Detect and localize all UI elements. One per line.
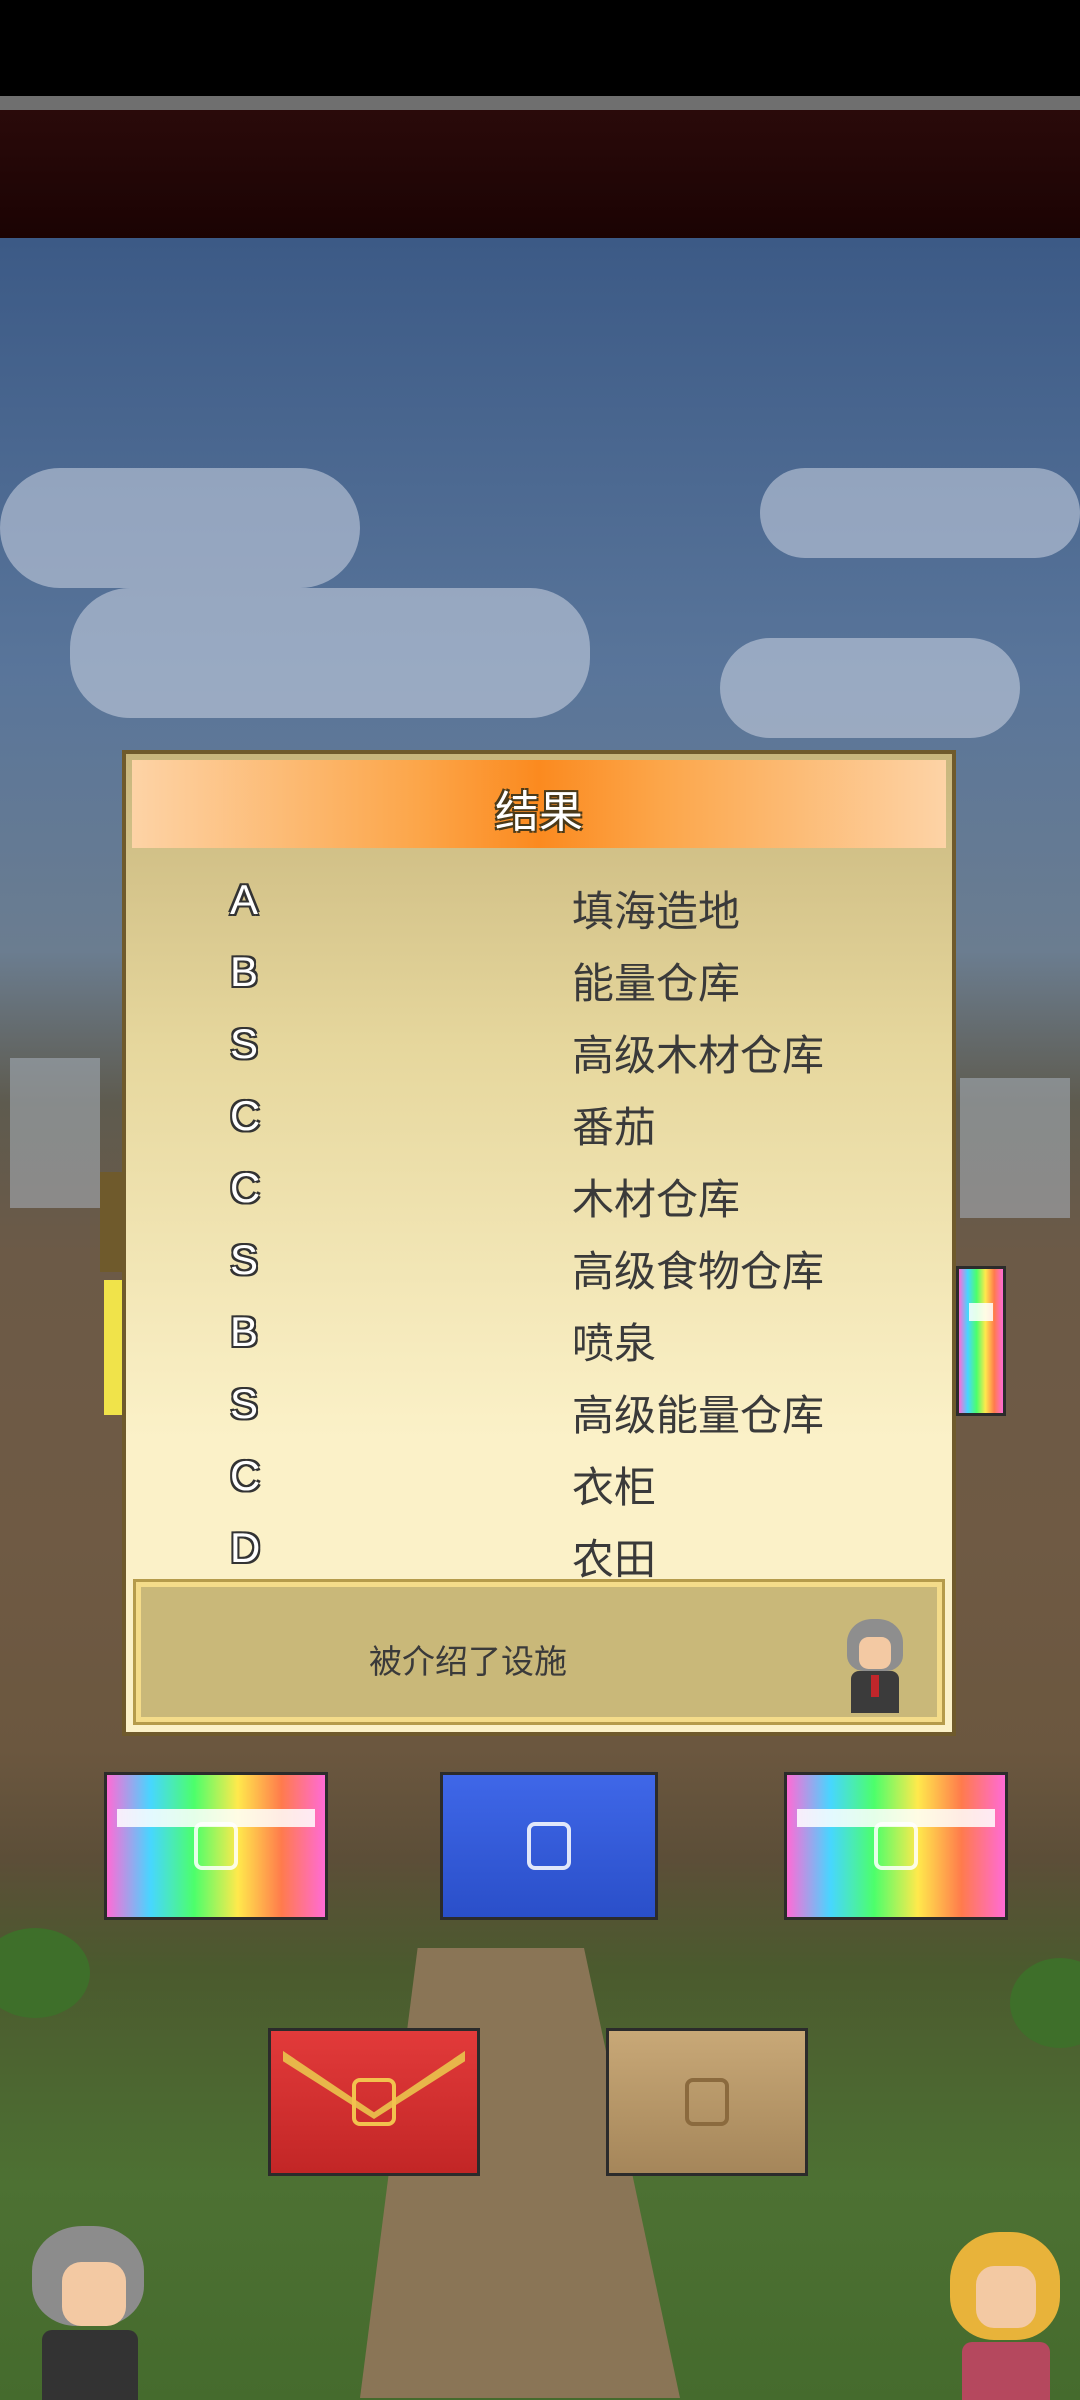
result-facility: 木材仓库	[572, 1175, 741, 1224]
results-dialog: 结果 A 填海造地 B 能量仓库 S 高级木材仓库 C 番茄 C 木材仓库 S …	[122, 750, 956, 1736]
result-grade: D	[230, 1524, 261, 1571]
result-row: C 番茄	[126, 1082, 952, 1154]
message-box[interactable]: 被介绍了设施	[133, 1579, 945, 1725]
bush	[1010, 1958, 1080, 2048]
left-gold-edge	[104, 1280, 122, 1415]
result-facility: 填海造地	[572, 887, 741, 936]
result-grade: S	[230, 1380, 259, 1427]
character-face	[976, 2266, 1036, 2328]
result-facility: 高级木材仓库	[572, 1031, 825, 1080]
rainbow-chest-icon[interactable]	[104, 1772, 328, 1920]
status-bar	[0, 0, 1080, 96]
message-text: 被介绍了设施	[369, 1642, 567, 1681]
result-grade: S	[230, 1236, 259, 1283]
result-facility: 能量仓库	[572, 959, 741, 1008]
advisor-character-icon	[28, 2226, 148, 2400]
result-row: C 衣柜	[126, 1442, 952, 1514]
bush	[0, 1928, 90, 2018]
character-face	[62, 2262, 126, 2326]
wooden-chest-icon[interactable]	[606, 2028, 808, 2176]
advisor-portrait-icon	[843, 1619, 907, 1713]
cloud	[70, 588, 590, 718]
result-grade: B	[230, 948, 259, 995]
result-row: S 高级木材仓库	[126, 1010, 952, 1082]
result-facility: 番茄	[572, 1103, 657, 1152]
left-panel-edge	[100, 1172, 122, 1272]
right-chest-edge[interactable]	[956, 1266, 1006, 1416]
npc-tie	[871, 1675, 879, 1697]
chest-lock-icon	[874, 1822, 918, 1870]
result-grade: C	[230, 1092, 261, 1139]
cloud	[720, 638, 1020, 738]
cloud	[0, 468, 360, 588]
result-grade: B	[230, 1308, 259, 1355]
result-row: S 高级食物仓库	[126, 1226, 952, 1298]
result-row: B 能量仓库	[126, 938, 952, 1010]
result-row: D 农田	[126, 1514, 952, 1586]
result-grade: C	[230, 1452, 261, 1499]
character-body	[962, 2342, 1050, 2400]
npc-face	[859, 1637, 891, 1669]
result-grade: A	[230, 876, 259, 923]
girl-character-icon	[950, 2232, 1060, 2400]
result-row: S 高级能量仓库	[126, 1370, 952, 1442]
result-facility: 农田	[572, 1535, 657, 1584]
chest-lock-icon	[685, 2078, 729, 2126]
dialog-title-bar: 结果	[132, 760, 946, 848]
chest-lock-icon	[352, 2078, 396, 2126]
building	[960, 1078, 1070, 1218]
result-facility: 高级食物仓库	[572, 1247, 825, 1296]
result-row: B 喷泉	[126, 1298, 952, 1370]
header-band	[0, 110, 1080, 238]
status-strip	[0, 96, 1080, 110]
result-facility: 高级能量仓库	[572, 1391, 825, 1440]
cloud	[760, 468, 1080, 558]
result-grade: S	[230, 1020, 259, 1067]
building	[10, 1058, 100, 1208]
result-facility: 喷泉	[572, 1319, 657, 1368]
result-grade: C	[230, 1164, 261, 1211]
result-row: C 木材仓库	[126, 1154, 952, 1226]
rainbow-chest-icon[interactable]	[784, 1772, 1008, 1920]
result-facility: 衣柜	[572, 1463, 657, 1512]
blue-chest-icon[interactable]	[440, 1772, 658, 1920]
red-chest-icon[interactable]	[268, 2028, 480, 2176]
chest-lock-icon	[527, 1822, 571, 1870]
result-row: A 填海造地	[126, 866, 952, 938]
dialog-title: 结果	[495, 787, 583, 838]
chest-lock-icon	[194, 1822, 238, 1870]
character-body	[42, 2330, 138, 2400]
